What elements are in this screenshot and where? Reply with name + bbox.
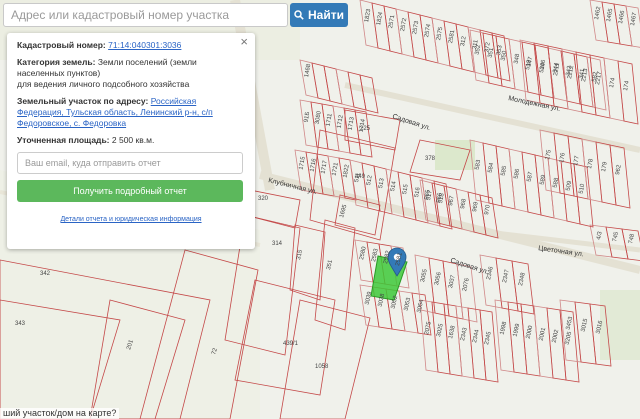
get-report-button[interactable]: Получить подробный отчет: [17, 180, 243, 202]
category-row: Категория земель: Земли поселений (земли…: [17, 57, 245, 90]
area-label: Уточненная площадь:: [17, 135, 110, 145]
category-label: Категория земель:: [17, 57, 96, 67]
parcel-label: 342: [40, 271, 51, 277]
address-link-3[interactable]: Федоровское, с. Федоровка: [17, 118, 126, 128]
parcel-label: 1058: [315, 364, 329, 370]
category-value-3: для ведения личного подсобного хозяйства: [17, 79, 190, 89]
close-icon[interactable]: ×: [240, 35, 248, 48]
search-input[interactable]: [3, 3, 288, 27]
category-value-1: Земли поселений (земли: [97, 57, 197, 67]
address-label: Земельный участок по адресу:: [17, 96, 149, 106]
parcel-label: 378: [425, 156, 436, 162]
report-details-link[interactable]: Детали отчета и юридическая информация: [17, 214, 245, 225]
parcel-label: 314: [272, 241, 283, 247]
address-link-1[interactable]: Российская: [151, 96, 197, 106]
find-button-label: Найти: [308, 8, 344, 22]
category-value-2: населенных пунктов): [17, 68, 101, 78]
parcel-label: 343: [15, 321, 26, 327]
cadastral-label: Кадастровый номер:: [17, 40, 106, 50]
area-row: Уточненная площадь: 2 500 кв.м.: [17, 135, 245, 146]
search-icon: [294, 10, 304, 20]
address-row: Земельный участок по адресу: Российская …: [17, 96, 245, 129]
cadastral-row: Кадастровый номер: 71:14:040301:3036: [17, 40, 245, 51]
parcel-label: 439/1: [283, 341, 299, 347]
bottom-prompt-text[interactable]: ший участок/дом на карте?: [0, 408, 120, 419]
find-button[interactable]: Найти: [290, 3, 348, 27]
parcel-info-panel: × Кадастровый номер: 71:14:040301:3036 К…: [7, 33, 255, 249]
email-input[interactable]: [17, 152, 243, 174]
address-link-2[interactable]: Федерация, Тульская область, Ленинский р…: [17, 107, 213, 117]
parcel-label: 320: [258, 196, 269, 202]
cadastral-number-link[interactable]: 71:14:040301:3036: [108, 40, 181, 50]
area-value: 2 500 кв.м.: [111, 135, 155, 145]
